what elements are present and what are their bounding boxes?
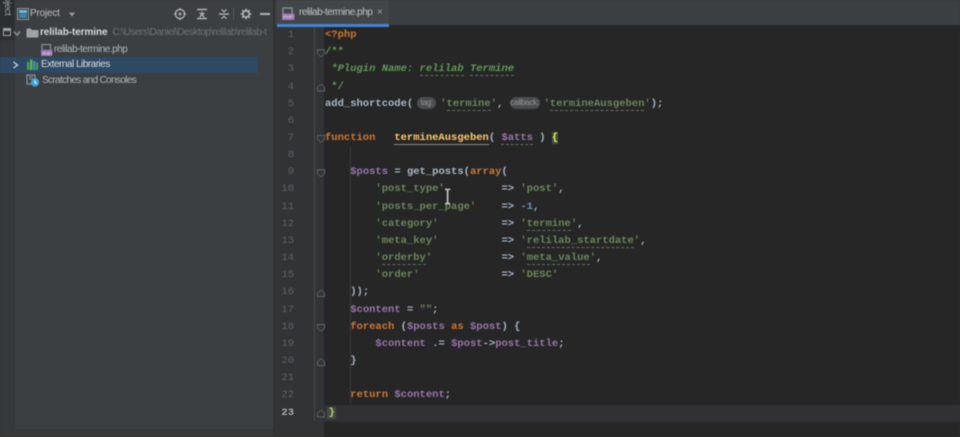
svg-text:PHP: PHP [42,51,51,56]
svg-text:PHP: PHP [283,15,292,20]
